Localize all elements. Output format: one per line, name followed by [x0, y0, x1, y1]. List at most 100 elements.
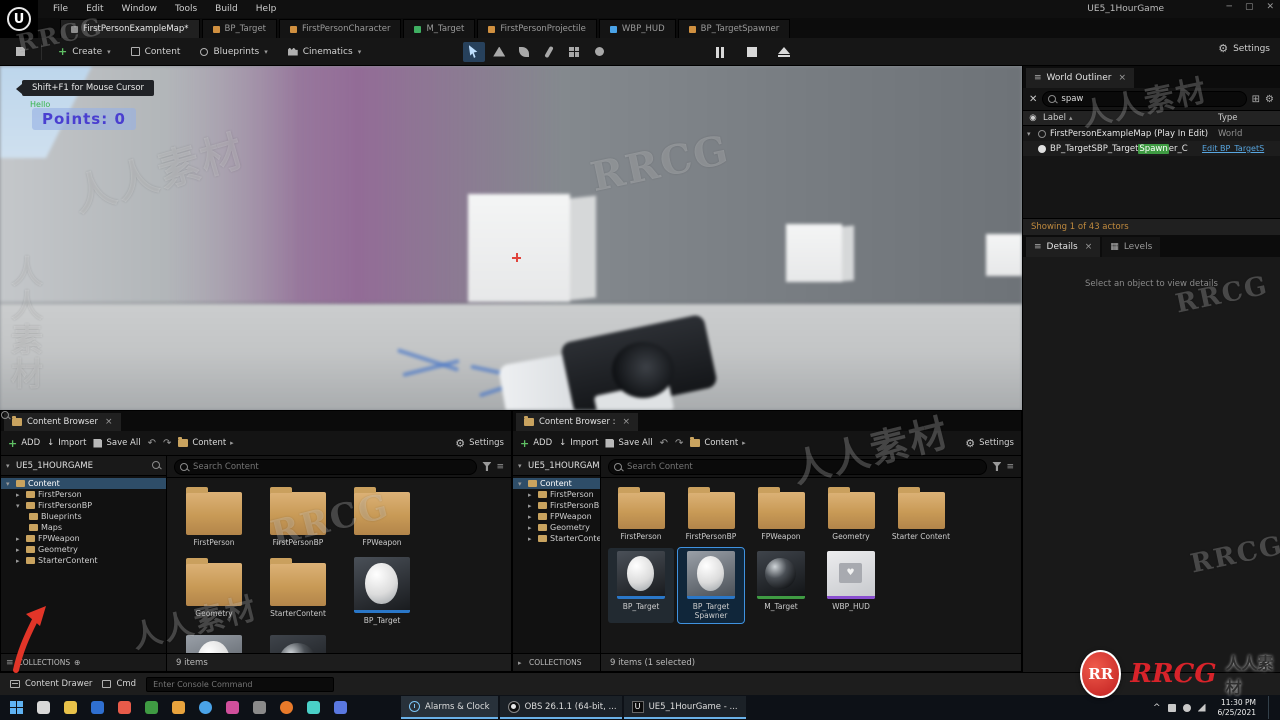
add-button[interactable]: + ADD — [8, 438, 40, 449]
asset-search-input[interactable] — [174, 458, 478, 475]
asset-tile-folder[interactable]: FirstPerson — [174, 483, 254, 550]
taskbar-pinned-app-icon[interactable] — [85, 696, 110, 719]
viewport-settings-button[interactable]: ⚙ Settings — [1218, 43, 1270, 54]
tree-item-startercontent[interactable]: ▸ StarterConte — [513, 533, 600, 544]
asset-search-input[interactable] — [608, 458, 988, 475]
tree-item-blueprints[interactable]: Blueprints — [1, 511, 166, 522]
menu-help[interactable]: Help — [247, 4, 286, 14]
path-breadcrumb[interactable]: Content ▸ — [178, 437, 234, 448]
tab-m-target[interactable]: M_Target — [403, 19, 476, 38]
tab-content-browser[interactable]: Content Browser : × — [516, 413, 639, 431]
cmd-button[interactable]: Cmd — [102, 679, 136, 689]
eject-button[interactable] — [774, 42, 794, 62]
asset-tile-blueprint-selected[interactable]: BP_Target Spawner — [677, 547, 745, 624]
asset-tile-folder[interactable]: StarterContent — [258, 554, 338, 628]
save-button[interactable] — [8, 44, 33, 59]
close-icon[interactable]: ✕ — [1266, 2, 1274, 12]
taskbar-pinned-app-icon[interactable] — [166, 696, 191, 719]
add-collection-icon[interactable]: ⊕ — [74, 658, 80, 667]
content-drawer-button[interactable]: Content Drawer — [10, 679, 92, 689]
add-filter-icon[interactable]: ⊞ — [1252, 94, 1260, 105]
path-breadcrumb[interactable]: Content ▸ — [690, 437, 746, 448]
taskbar-pinned-app-icon[interactable] — [247, 696, 272, 719]
taskbar-app-alarms-clock[interactable]: Alarms & Clock — [401, 696, 498, 719]
type-column-header[interactable]: Type — [1218, 113, 1280, 123]
tree-item-firstperson[interactable]: ▸ FirstPerson — [513, 489, 600, 500]
mesh-paint-mode-button[interactable] — [538, 42, 560, 62]
volume-icon[interactable] — [1197, 703, 1206, 712]
outliner-search-input[interactable] — [1042, 91, 1247, 107]
menu-file[interactable]: File — [44, 4, 77, 14]
clear-search-icon[interactable]: ✕ — [1029, 94, 1037, 105]
close-icon[interactable]: × — [1118, 73, 1126, 83]
source-root[interactable]: ▾ UE5_1HOURGAM — [513, 456, 600, 476]
menu-window[interactable]: Window — [113, 4, 167, 14]
asset-tile-widget[interactable]: ♥ WBP_HUD — [818, 548, 884, 623]
filter-icon[interactable] — [482, 462, 492, 471]
asset-tile-folder[interactable]: Geometry — [174, 554, 254, 628]
content-button[interactable]: Content — [123, 44, 189, 60]
taskbar-clock[interactable]: 11:30 PM 6/25/2021 — [1213, 698, 1261, 717]
tab-firstpersonprojectile[interactable]: FirstPersonProjectile — [477, 19, 597, 38]
taskbar-app-obs[interactable]: OBS 26.1.1 (64-bit, ... — [499, 696, 622, 719]
asset-tile-material[interactable]: M_Target — [258, 632, 338, 653]
taskbar-pinned-app-icon[interactable] — [139, 696, 164, 719]
tree-item-geometry[interactable]: ▸ Geometry — [513, 522, 600, 533]
tree-item-content[interactable]: ▾ Content — [513, 478, 600, 489]
close-icon[interactable]: × — [623, 417, 631, 427]
outliner-row-spawner[interactable]: BP_TargetSBP_TargetSpawner_C Edit BP_Tar… — [1023, 141, 1280, 156]
save-all-button[interactable]: Save All — [605, 438, 653, 448]
stop-button[interactable] — [742, 42, 762, 62]
view-options-icon[interactable]: ≡ — [1006, 462, 1014, 472]
chevron-down-icon[interactable]: ▾ — [1027, 130, 1034, 138]
asset-tile-blueprint[interactable]: BP_Target Spawner — [174, 632, 254, 653]
taskbar-pinned-app-icon[interactable] — [193, 696, 218, 719]
content-browser-settings-button[interactable]: ⚙ Settings — [455, 438, 504, 449]
show-desktop-strip[interactable] — [1268, 696, 1272, 719]
taskbar-pinned-app-icon[interactable] — [328, 696, 353, 719]
add-button[interactable]: + ADD — [520, 438, 552, 449]
tab-world-outliner[interactable]: ≡ World Outliner × — [1026, 68, 1135, 88]
game-viewport[interactable]: Shift+F1 for Mouse Cursor Hello Points: … — [0, 66, 1022, 410]
animation-mode-button[interactable] — [588, 42, 610, 62]
menu-tools[interactable]: Tools — [166, 4, 206, 14]
create-button[interactable]: + Create ▾ — [50, 43, 119, 60]
taskbar-pinned-app-icon[interactable] — [274, 696, 299, 719]
tree-item-fpweapon[interactable]: ▸ FPWeapon — [513, 511, 600, 522]
cinematics-button[interactable]: Cinematics ▾ — [280, 44, 370, 60]
forward-icon[interactable]: ↷ — [675, 438, 683, 449]
menu-edit[interactable]: Edit — [77, 4, 112, 14]
tree-item-firstpersonbp[interactable]: ▾ FirstPersonBP — [1, 500, 166, 511]
visibility-column-icon[interactable]: ◉ — [1023, 113, 1043, 123]
taskbar-pinned-app-icon[interactable] — [31, 696, 56, 719]
filter-icon[interactable] — [992, 462, 1002, 471]
edit-blueprint-link[interactable]: Edit BP_TargetS — [1202, 144, 1280, 153]
close-icon[interactable]: × — [1085, 242, 1093, 252]
tab-firstpersonexamplemap[interactable]: FirstPersonExampleMap* — [60, 19, 200, 38]
blueprints-button[interactable]: Blueprints ▾ — [192, 44, 275, 60]
tab-bp-target[interactable]: BP_Target — [201, 19, 278, 38]
back-icon[interactable]: ↶ — [148, 438, 156, 449]
back-icon[interactable]: ↶ — [660, 438, 668, 449]
tree-item-content[interactable]: ▾ Content — [1, 478, 166, 489]
source-root[interactable]: ▾ UE5_1HOURGAME — [1, 456, 166, 476]
outliner-settings-icon[interactable]: ⚙ — [1265, 94, 1274, 105]
content-browser-settings-button[interactable]: ⚙ Settings — [965, 438, 1014, 449]
foliage-mode-button[interactable] — [513, 42, 535, 62]
tab-content-browser[interactable]: Content Browser × — [4, 413, 121, 431]
search-icon[interactable] — [152, 461, 161, 470]
asset-tile-folder[interactable]: FirstPersonBP — [678, 483, 744, 544]
landscape-mode-button[interactable] — [488, 42, 510, 62]
asset-tile-folder[interactable]: FirstPersonBP — [258, 483, 338, 550]
pause-button[interactable] — [710, 42, 730, 62]
taskbar-pinned-app-icon[interactable] — [112, 696, 137, 719]
tab-firstpersoncharacter[interactable]: FirstPersonCharacter — [279, 19, 402, 38]
collections-bar[interactable]: ▸ COLLECTIONS — [513, 654, 601, 671]
asset-tile-folder[interactable]: FPWeapon — [342, 483, 422, 550]
console-command-input[interactable] — [146, 676, 335, 692]
fracture-mode-button[interactable] — [563, 42, 585, 62]
taskbar-pinned-app-icon[interactable] — [58, 696, 83, 719]
label-column-header[interactable]: Label ▴ — [1043, 113, 1218, 123]
menu-build[interactable]: Build — [206, 4, 247, 14]
hidden-icons-chevron[interactable]: ^ — [1153, 703, 1161, 713]
